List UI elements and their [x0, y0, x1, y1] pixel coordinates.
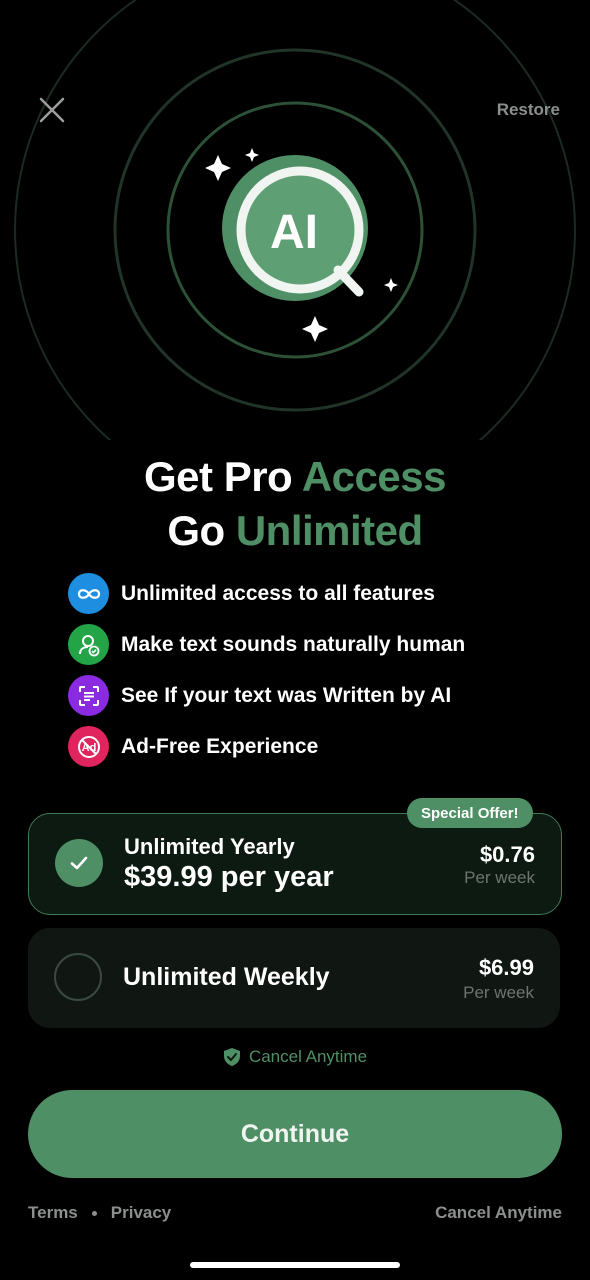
cancel-anytime-text: Cancel Anytime [248, 1047, 368, 1066]
plan-weekly-title: Unlimited Weekly [123, 963, 330, 991]
shield-check-icon [223, 1048, 240, 1066]
radio-unchecked-icon [54, 953, 102, 1001]
separator-dot [91, 1210, 97, 1216]
plan-yearly-unit: Per week [464, 868, 535, 887]
sparkle-icon [245, 148, 259, 162]
sparkle-icon [302, 316, 328, 342]
cancel-anytime-note: Cancel Anytime [0, 1047, 590, 1067]
restore-button[interactable]: Restore [497, 100, 560, 120]
svg-text:Ad: Ad [81, 742, 96, 754]
headline-line2-prefix: Go [167, 507, 225, 554]
plan-yearly-subtitle: $39.99 per year [124, 861, 334, 893]
feature-item: Ad Ad-Free Experience [68, 726, 465, 767]
footer-links: Terms Privacy [28, 1203, 171, 1223]
sparkle-icon [205, 155, 231, 181]
headline-line1-prefix: Get Pro [144, 453, 293, 500]
hero-graphic: AI [14, 0, 576, 440]
close-button[interactable] [30, 88, 74, 132]
plan-yearly-option[interactable]: Unlimited Yearly $39.99 per year $0.76 P… [28, 813, 562, 915]
headline-line1-accent: Access [301, 453, 447, 500]
plan-weekly-option[interactable]: Unlimited Weekly $6.99 Per week [28, 928, 560, 1028]
feature-label: Ad-Free Experience [121, 734, 319, 758]
feature-list: Unlimited access to all features Make te… [68, 573, 466, 767]
scan-text-icon [68, 675, 109, 716]
headline-line2-accent: Unlimited [235, 507, 423, 554]
plan-yearly-title: Unlimited Yearly [124, 834, 295, 859]
ai-badge-text: AI [270, 206, 318, 259]
plan-weekly-price: $6.99 [478, 955, 534, 980]
feature-label: Unlimited access to all features [121, 581, 435, 605]
cancel-anytime-link[interactable]: Cancel Anytime [435, 1203, 562, 1223]
sparkle-icon [384, 278, 398, 292]
headline: Get Pro Access Go Unlimited [0, 450, 590, 558]
checkmark-icon [55, 839, 103, 887]
privacy-link[interactable]: Privacy [111, 1203, 172, 1223]
continue-button[interactable]: Continue [28, 1090, 562, 1178]
feature-label: Make text sounds naturally human [121, 632, 466, 656]
plan-yearly-price: $0.76 [479, 842, 535, 867]
headline-line-2: Go Unlimited [0, 504, 590, 558]
special-offer-badge: Special Offer! [407, 798, 533, 828]
close-icon [39, 97, 65, 123]
feature-item: See If your text was Written by AI [68, 675, 465, 716]
user-check-icon [68, 624, 109, 665]
feature-item: Make text sounds naturally human [68, 624, 466, 665]
terms-link[interactable]: Terms [28, 1203, 78, 1223]
feature-label: See If your text was Written by AI [121, 683, 452, 707]
plan-weekly-unit: Per week [463, 983, 534, 1002]
home-indicator [190, 1262, 400, 1268]
feature-item: Unlimited access to all features [68, 573, 465, 614]
infinity-icon [68, 573, 109, 614]
no-ads-icon: Ad [68, 726, 109, 767]
headline-line-1: Get Pro Access [0, 450, 590, 504]
